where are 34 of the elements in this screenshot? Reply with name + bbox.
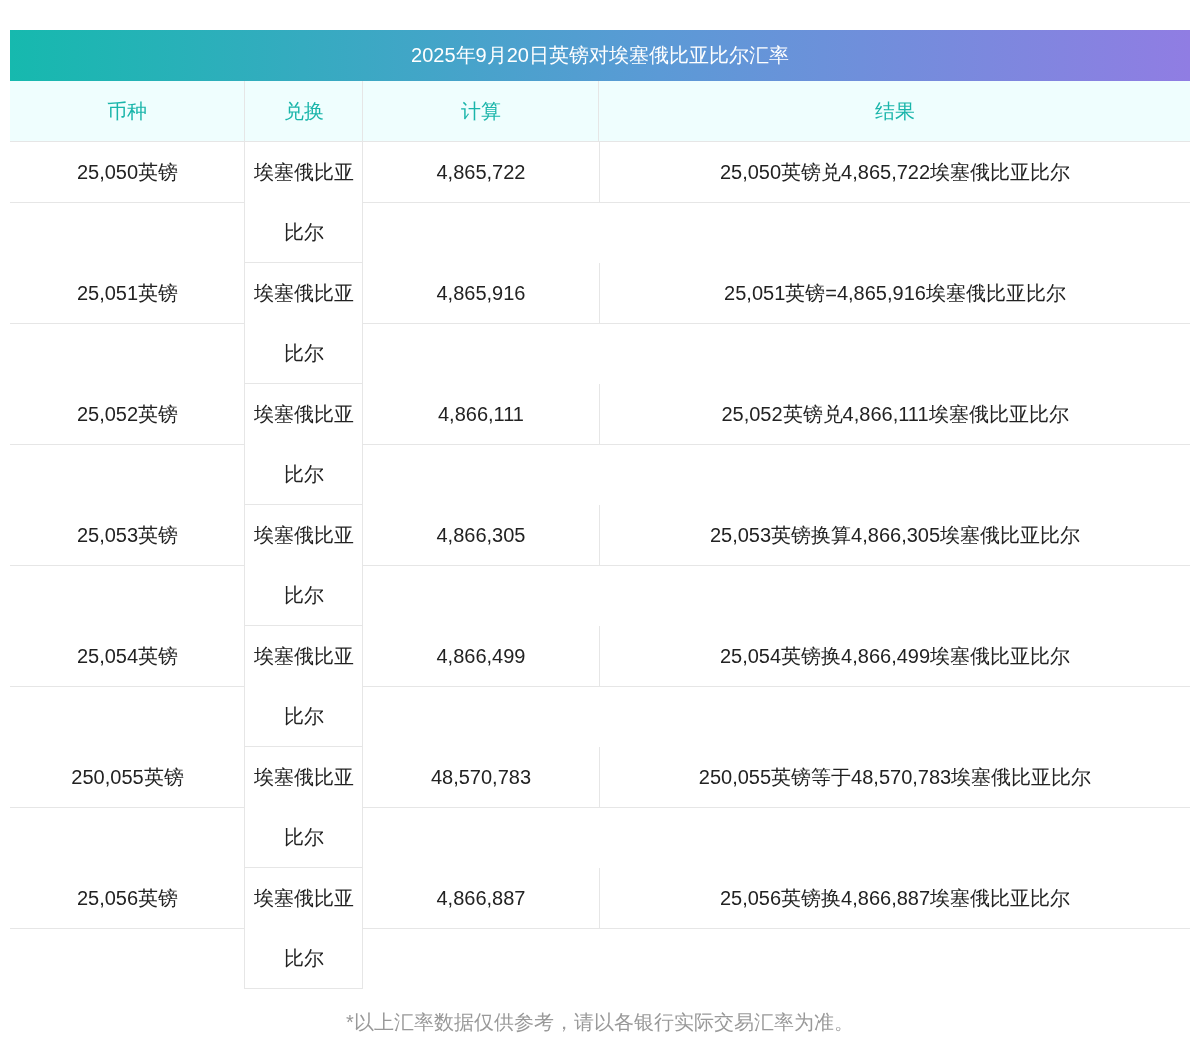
table-cell: 4,866,111	[363, 384, 599, 445]
table-cell: 25,051英镑=4,865,916埃塞俄比亚比尔	[599, 263, 1190, 324]
table-cell: 25,051英镑	[10, 263, 245, 324]
table-cell: 25,054英镑换4,866,499埃塞俄比亚比尔	[599, 626, 1190, 687]
table-cell: 250,055英镑	[10, 747, 245, 808]
table-cell: 25,054英镑	[10, 626, 245, 687]
table-cell: 250,055英镑等于48,570,783埃塞俄比亚比尔	[599, 747, 1190, 808]
column-header: 结果	[599, 81, 1190, 142]
table-cell: 48,570,783	[363, 747, 599, 808]
table-cell: 埃塞俄比亚比尔	[244, 142, 363, 263]
table-cell: 埃塞俄比亚比尔	[244, 263, 363, 384]
table-cell: 4,865,722	[363, 142, 599, 203]
table-cell: 25,053英镑换算4,866,305埃塞俄比亚比尔	[599, 505, 1190, 566]
table-cell: 埃塞俄比亚比尔	[244, 868, 363, 989]
table-cell: 4,866,305	[363, 505, 599, 566]
table-cell: 埃塞俄比亚比尔	[244, 626, 363, 747]
table-cell: 25,052英镑兑4,866,111埃塞俄比亚比尔	[599, 384, 1190, 445]
table-cell: 25,050英镑兑4,865,722埃塞俄比亚比尔	[599, 142, 1190, 203]
table-title: 2025年9月20日英镑对埃塞俄比亚比尔汇率	[10, 30, 1190, 81]
column-header: 兑换	[245, 81, 363, 142]
table-cell: 25,053英镑	[10, 505, 245, 566]
table-cell: 4,866,499	[363, 626, 599, 687]
table-cell: 4,866,887	[363, 868, 599, 929]
table-cell: 埃塞俄比亚比尔	[244, 747, 363, 868]
table-cell: 25,056英镑	[10, 868, 245, 929]
column-header: 计算	[363, 81, 599, 142]
table-cell: 埃塞俄比亚比尔	[244, 505, 363, 626]
table-cell: 25,056英镑换4,866,887埃塞俄比亚比尔	[599, 868, 1190, 929]
table-cell: 25,050英镑	[10, 142, 245, 203]
table-cell: 埃塞俄比亚比尔	[244, 384, 363, 505]
table-cell: 4,865,916	[363, 263, 599, 324]
disclaimer-note: *以上汇率数据仅供参考，请以各银行实际交易汇率为准。	[345, 1010, 855, 1035]
table-cell: 25,052英镑	[10, 384, 245, 445]
column-header: 币种	[10, 81, 245, 142]
